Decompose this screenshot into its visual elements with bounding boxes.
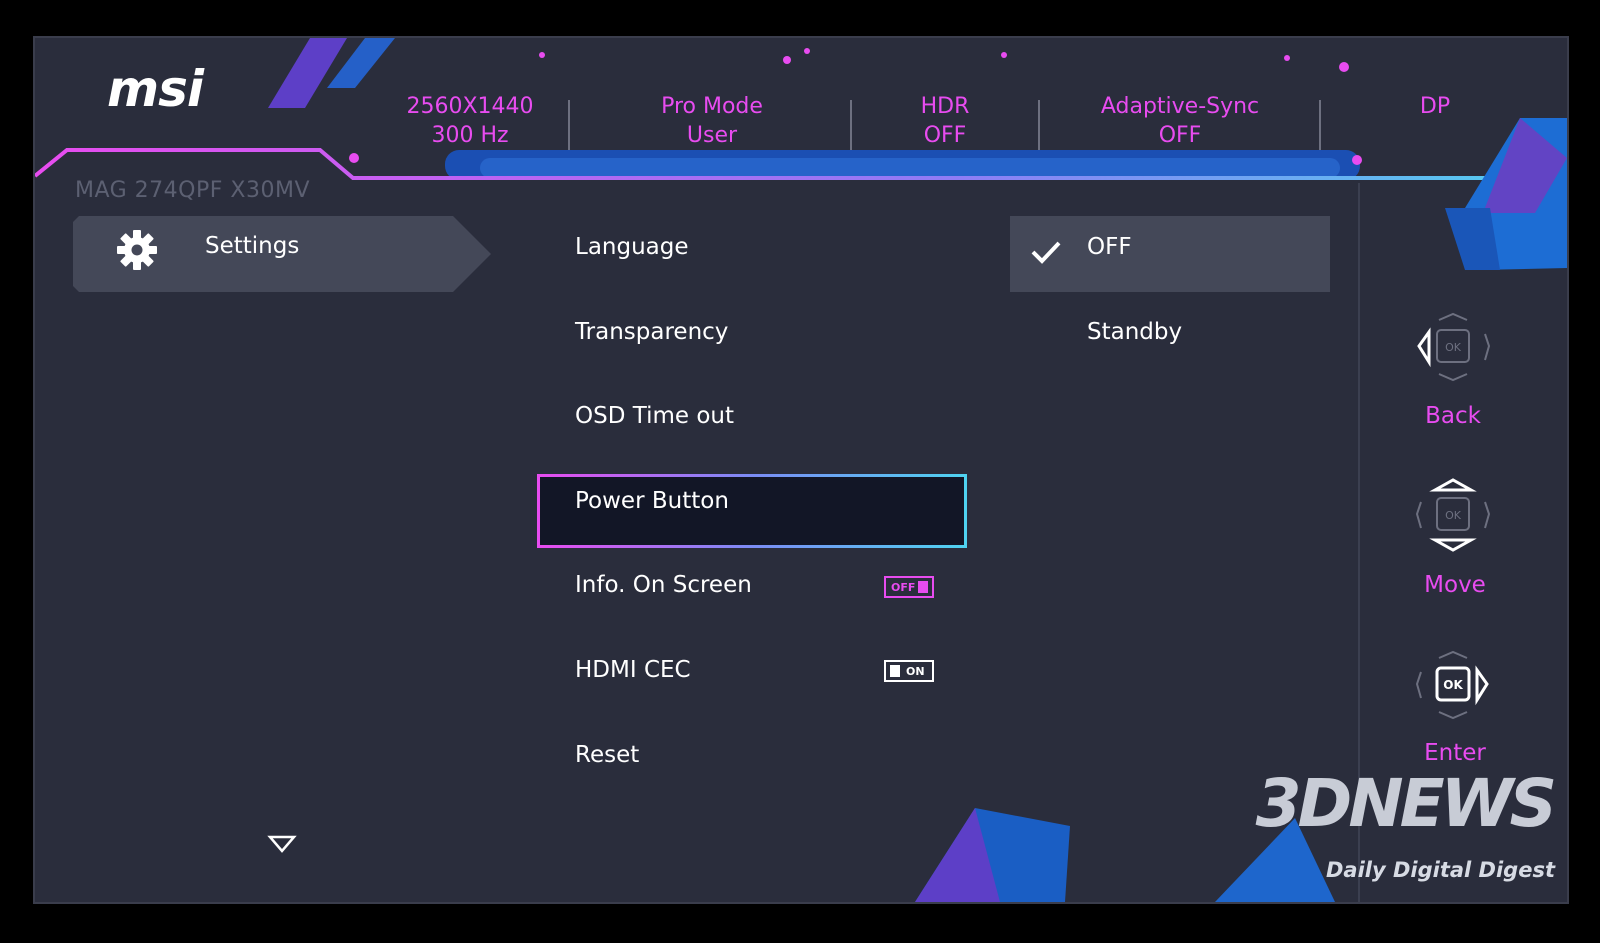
svg-text:OK: OK [1443, 678, 1463, 692]
status-divider [1038, 100, 1040, 150]
menu-item-power-button[interactable]: Power Button [575, 488, 729, 514]
status-divider [568, 100, 570, 150]
ok-right-icon: OK [1415, 650, 1489, 720]
option-off[interactable]: OFF [1087, 234, 1132, 260]
control-enter-label: Enter [1424, 740, 1486, 766]
status-resolution: 2560X1440 300 Hz [406, 94, 534, 148]
menu-item-language[interactable]: Language [575, 234, 689, 260]
control-move-label: Move [1424, 572, 1486, 598]
osd-window: msi 2560X1440 300 Hz Pro Mode User HDR OFF … [35, 38, 1567, 902]
gear-icon [117, 230, 157, 270]
svg-text:OK: OK [1445, 509, 1462, 522]
menu-item-info-on-screen[interactable]: Info. On Screen [575, 572, 752, 598]
svg-text:OK: OK [1445, 341, 1462, 354]
status-hdr: HDR OFF [920, 94, 970, 148]
hdmi-cec-toggle[interactable]: ON [884, 660, 934, 682]
status-divider [850, 100, 852, 150]
status-adaptive-sync: Adaptive-Sync OFF [1100, 94, 1260, 148]
ok-updown-icon: OK [1415, 478, 1491, 552]
checkmark-icon [1031, 241, 1061, 264]
menu-item-transparency[interactable]: Transparency [575, 319, 728, 345]
msi-logo: msi [107, 60, 204, 118]
status-mode: Pro Mode User [661, 94, 763, 148]
option-standby[interactable]: Standby [1087, 319, 1182, 345]
menu-item-osd-timeout[interactable]: OSD Time out [575, 403, 734, 429]
menu-item-reset[interactable]: Reset [575, 742, 639, 768]
status-input: DP [1419, 94, 1451, 119]
status-divider [1319, 100, 1321, 150]
model-name: MAG 274QPF X30MV [75, 178, 311, 203]
control-back-label: Back [1425, 403, 1481, 429]
category-label: Settings [205, 233, 300, 259]
watermark-tagline: Daily Digital Digest [1325, 858, 1555, 882]
ok-left-icon: OK [1417, 312, 1491, 382]
scroll-down-icon[interactable] [267, 834, 297, 854]
info-on-screen-toggle[interactable]: OFF [884, 576, 934, 598]
menu-item-hdmi-cec[interactable]: HDMI CEC [575, 657, 691, 683]
watermark-logo: 3DNEWS [1255, 765, 1557, 842]
